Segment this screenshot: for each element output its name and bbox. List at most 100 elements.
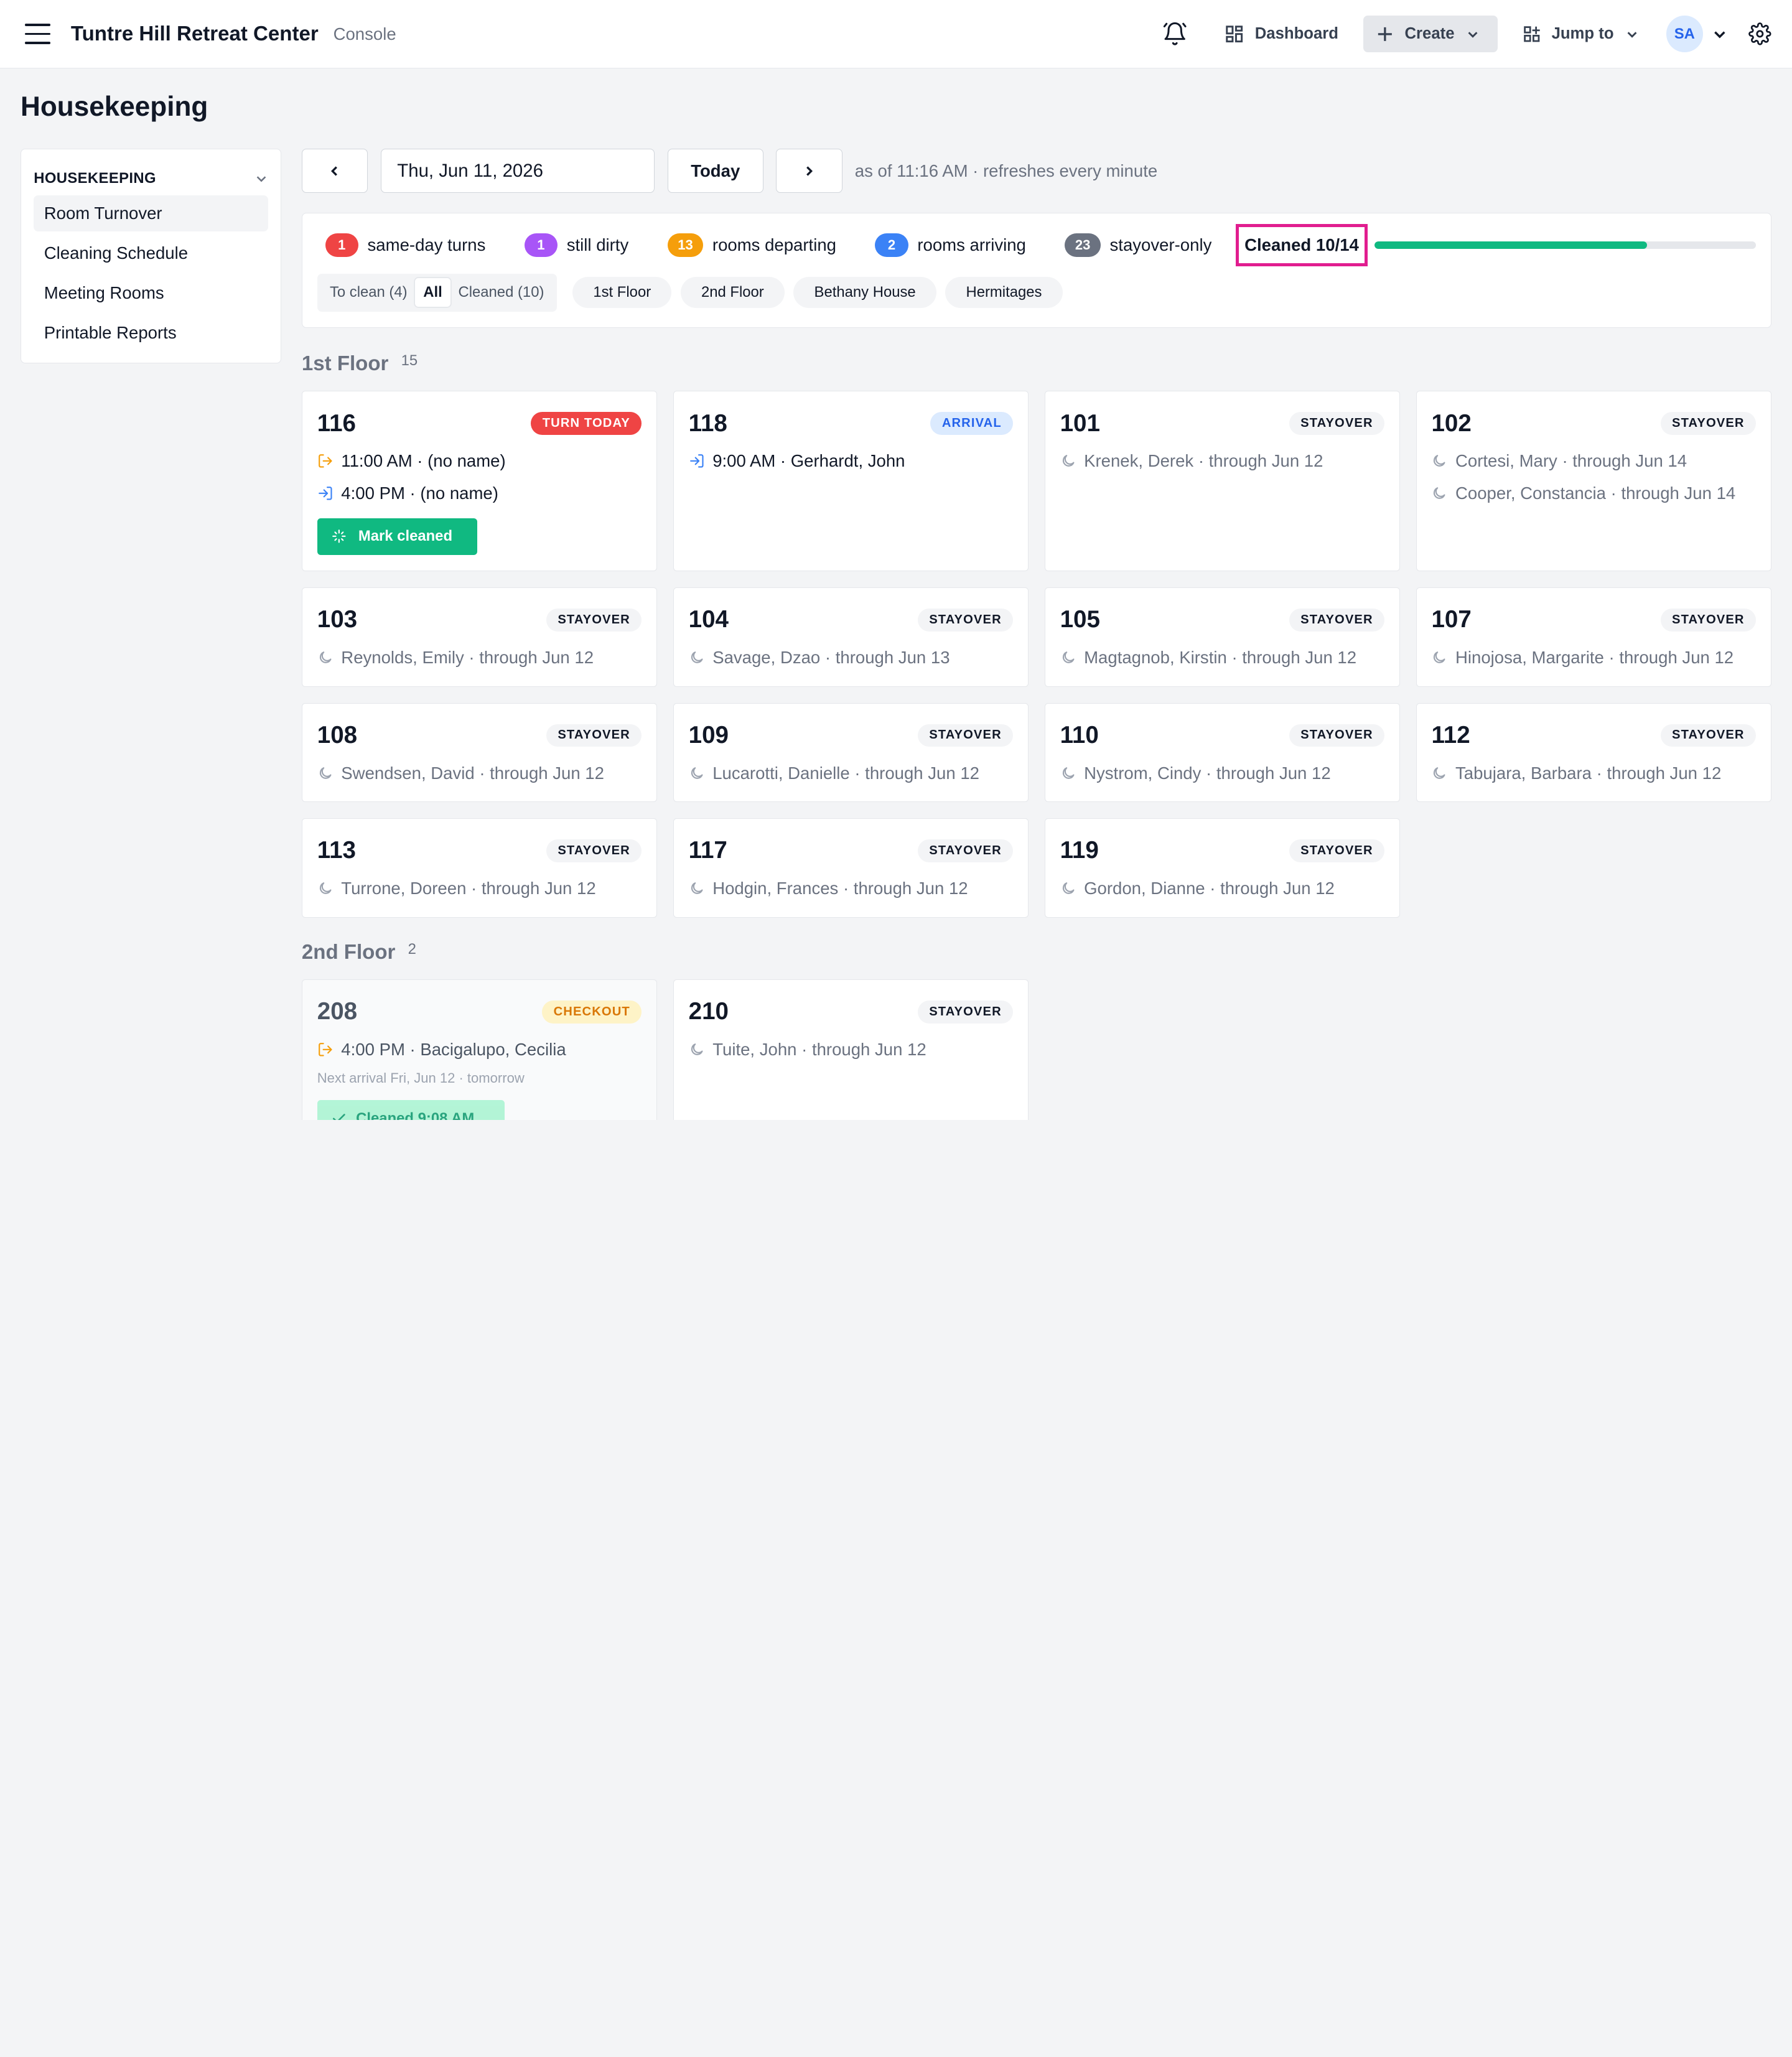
tab-cleaned[interactable]: Cleaned (10) xyxy=(450,278,553,307)
user-menu-chevron-icon[interactable] xyxy=(1712,26,1728,42)
room-card[interactable]: 210 STAYOVER Tuite, John · through Jun 12 xyxy=(673,979,1029,1120)
room-card[interactable]: 110 STAYOVER Nystrom, Cindy · through Jun … xyxy=(1044,702,1400,803)
room-guest-line: Magtagnob, Kirstin · through Jun 12 xyxy=(1060,648,1384,668)
room-guest-line: Nystrom, Cindy · through Jun 12 xyxy=(1060,763,1384,783)
room-number: 107 xyxy=(1431,606,1472,633)
stat-stayover-only[interactable]: 23 stayover-only xyxy=(1065,233,1211,258)
guest-text: Lucarotti, Danielle · through Jun 12 xyxy=(712,763,979,783)
filter-chip-bethany-house[interactable]: Bethany House xyxy=(793,277,936,309)
room-card[interactable]: 118 ARRIVAL 9:00 AM · Gerhardt, John xyxy=(673,391,1029,572)
section-title-2nd-floor: 2nd Floor 2 xyxy=(302,941,416,964)
cleaned-status-button[interactable]: Cleaned 9:08 AM xyxy=(317,1100,505,1120)
moon-icon xyxy=(1431,453,1455,469)
tab-all[interactable]: All xyxy=(415,278,450,307)
room-card-header: 101 STAYOVER xyxy=(1060,408,1385,439)
sidebar-item-room-turnover[interactable]: Room Turnover xyxy=(34,195,268,232)
guest-text: Nystrom, Cindy · through Jun 12 xyxy=(1084,763,1331,783)
room-card[interactable]: 117 STAYOVER Hodgin, Frances · through Jun… xyxy=(673,818,1029,918)
date-field[interactable]: Thu, Jun 11, 2026 xyxy=(380,148,655,194)
section-label: 2nd Floor xyxy=(301,940,396,964)
room-card[interactable]: 101 STAYOVER Krenek, Derek · through Jun 1… xyxy=(1044,391,1400,572)
guest-text: Magtagnob, Kirstin · through Jun 12 xyxy=(1084,648,1357,668)
section-title-1st-floor: 1st Floor 15 xyxy=(302,352,418,376)
today-button[interactable]: Today xyxy=(667,148,763,194)
room-guest-line: Tuite, John · through Jun 12 xyxy=(689,1040,1013,1060)
room-number: 112 xyxy=(1431,721,1470,749)
sidebar-section-header[interactable]: HOUSEKEEPING xyxy=(34,163,268,192)
room-card-header: 112 STAYOVER xyxy=(1431,719,1756,751)
room-status-badge: ARRIVAL xyxy=(930,412,1014,435)
room-card-header: 110 STAYOVER xyxy=(1060,719,1385,751)
room-card-header: 103 STAYOVER xyxy=(317,604,642,636)
sidebar-item-cleaning-schedule[interactable]: Cleaning Schedule xyxy=(34,235,268,272)
room-card[interactable]: 116 TURN TODAY 11:00 AM · (no name) 4:00 PM… xyxy=(301,391,658,572)
section-room-count: 2 xyxy=(408,941,416,958)
settings-gear-icon[interactable] xyxy=(1748,22,1771,45)
sidebar-item-printable-reports[interactable]: Printable Reports xyxy=(34,315,268,352)
guest-text: Reynolds, Emily · through Jun 12 xyxy=(341,648,594,668)
filter-chip-2nd-floor[interactable]: 2nd Floor xyxy=(680,277,785,309)
menu-icon[interactable] xyxy=(25,24,50,45)
room-number: 118 xyxy=(688,409,727,437)
guest-text: Krenek, Derek · through Jun 12 xyxy=(1084,451,1323,471)
room-guest-line: Cooper, Constancia · through Jun 14 xyxy=(1431,483,1755,503)
dashboard-link[interactable]: Dashboard xyxy=(1211,16,1352,52)
departure-icon xyxy=(317,1042,342,1058)
moon-icon xyxy=(1060,880,1085,897)
room-card[interactable]: 208 CHECKOUT 4:00 PM · Bacigalupo, Cecilia… xyxy=(301,979,658,1120)
notifications-bell-icon[interactable] xyxy=(1152,14,1197,55)
refresh-note: as of 11:16 AM · refreshes every minute xyxy=(854,161,1158,180)
stat-count: 1 xyxy=(325,233,358,258)
tab-to-clean[interactable]: To clean (4) xyxy=(322,278,415,307)
previous-day-button[interactable] xyxy=(301,148,368,194)
stat-still-dirty[interactable]: 1 still dirty xyxy=(524,233,628,258)
room-card[interactable]: 112 STAYOVER Tabujara, Barbara · through J… xyxy=(1416,702,1771,803)
stat-count: 2 xyxy=(875,233,908,258)
room-card-header: 210 STAYOVER xyxy=(689,996,1014,1028)
page-title: Housekeeping xyxy=(21,91,208,122)
room-guest-line: Gordon, Dianne · through Jun 12 xyxy=(1060,878,1384,898)
room-card[interactable]: 104 STAYOVER Savage, Dzao · through Jun 13 xyxy=(673,587,1029,687)
section-room-count: 15 xyxy=(401,352,418,370)
user-avatar[interactable]: SA xyxy=(1666,16,1703,52)
room-card[interactable]: 107 STAYOVER Hinojosa, Margarite · through… xyxy=(1416,587,1771,687)
guest-text: Swendsen, David · through Jun 12 xyxy=(341,763,604,783)
filter-chip-hermitages[interactable]: Hermitages xyxy=(945,277,1063,309)
room-guest-line: Turrone, Doreen · through Jun 12 xyxy=(317,878,642,898)
guest-text: Hinojosa, Margarite · through Jun 12 xyxy=(1455,648,1734,668)
room-number: 109 xyxy=(688,721,729,749)
room-card[interactable]: 103 STAYOVER Reynolds, Emily · through Jun… xyxy=(301,587,658,687)
room-status-badge: CHECKOUT xyxy=(542,1001,642,1024)
chevron-right-icon xyxy=(806,166,813,176)
room-card[interactable]: 102 STAYOVER Cortesi, Mary · through Jun 1… xyxy=(1416,391,1771,572)
room-number: 108 xyxy=(317,721,358,749)
room-guest-line: Cortesi, Mary · through Jun 14 xyxy=(1431,451,1755,472)
room-card-header: 116 TURN TODAY xyxy=(317,408,642,439)
filter-row: To clean (4) All Cleaned (10) 1st Floor … xyxy=(317,273,1063,312)
room-card[interactable]: 113 STAYOVER Turrone, Doreen · through Jun… xyxy=(301,818,658,918)
room-card[interactable]: 108 STAYOVER Swendsen, David · through Jun… xyxy=(301,702,658,803)
room-number: 101 xyxy=(1060,409,1100,437)
mark-cleaned-button[interactable]: Mark cleaned xyxy=(317,518,477,555)
stat-count: 13 xyxy=(667,233,704,258)
create-button[interactable]: Create xyxy=(1363,16,1498,52)
room-card[interactable]: 109 STAYOVER Lucarotti, Danielle · through… xyxy=(673,702,1029,803)
stat-same-day-turns[interactable]: 1 same-day turns xyxy=(325,233,485,258)
guest-text: 4:00 PM · (no name) xyxy=(341,483,498,503)
room-status-badge: STAYOVER xyxy=(1289,724,1385,747)
dashboard-grid-icon xyxy=(1226,26,1243,42)
app-root: Tuntre Hill Retreat Center Console Dashb… xyxy=(0,0,1792,1120)
sidebar-item-meeting-rooms[interactable]: Meeting Rooms xyxy=(34,275,268,312)
top-bar: Tuntre Hill Retreat Center Console Dashb… xyxy=(0,0,1792,69)
stat-rooms-departing[interactable]: 13 rooms departing xyxy=(667,233,836,258)
room-number: 103 xyxy=(317,606,358,633)
room-card-header: 113 STAYOVER xyxy=(317,835,642,867)
room-card-header: 118 ARRIVAL xyxy=(688,408,1014,439)
jump-to-button[interactable]: Jump to xyxy=(1510,16,1653,52)
room-card[interactable]: 119 STAYOVER Gordon, Dianne · through Jun … xyxy=(1044,818,1400,918)
room-guest-line: Tabujara, Barbara · through Jun 12 xyxy=(1431,763,1755,783)
room-card[interactable]: 105 STAYOVER Magtagnob, Kirstin · through … xyxy=(1044,587,1400,687)
next-day-button[interactable] xyxy=(776,148,842,194)
stat-rooms-arriving[interactable]: 2 rooms arriving xyxy=(875,233,1026,258)
filter-chip-1st-floor[interactable]: 1st Floor xyxy=(572,277,672,309)
